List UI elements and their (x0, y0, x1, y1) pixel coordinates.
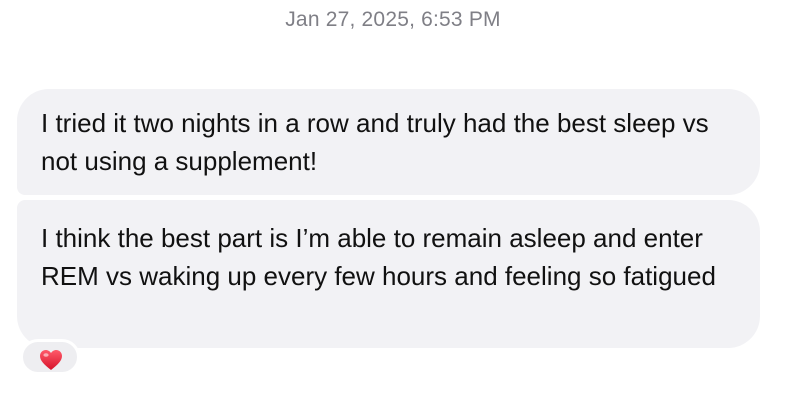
message-bubble[interactable]: I tried it two nights in a row and truly… (17, 89, 760, 195)
heart-icon (40, 350, 62, 370)
message-text: I tried it two nights in a row and truly… (41, 108, 709, 176)
message-timestamp: Jan 27, 2025, 6:53 PM (285, 8, 501, 31)
message-text: I think the best part is I’m able to rem… (41, 223, 716, 291)
reaction-badge[interactable] (20, 339, 80, 375)
message-bubble[interactable]: I think the best part is I’m able to rem… (17, 200, 760, 348)
